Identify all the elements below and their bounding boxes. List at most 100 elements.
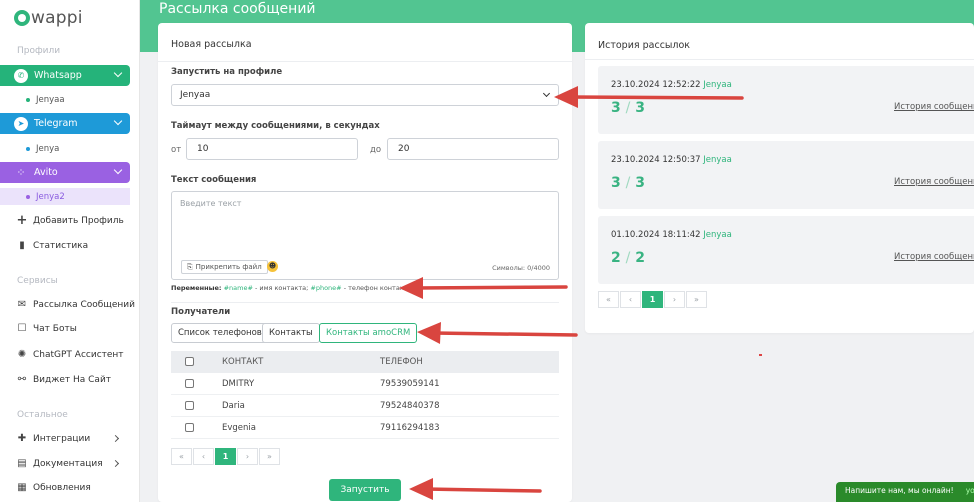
message-history-link[interactable]: История сообщений (894, 252, 974, 262)
contact-name: Daria (222, 401, 245, 411)
sidebar-item-add-profile[interactable]: + Добавить Профиль (16, 213, 124, 228)
tab-phone-list[interactable]: Список телефонов (171, 323, 269, 343)
last-page-button[interactable]: » (259, 448, 280, 465)
telegram-icon: ➤ (14, 116, 28, 131)
message-history-link[interactable]: История сообщений (894, 102, 974, 112)
sidebar-item-broadcast[interactable]: ✉ Рассылка Сообщений (16, 299, 135, 311)
history-item: 01.10.2024 18:11:42 Jenyaa 2 / 2 История… (598, 216, 974, 284)
page-title: Рассылка сообщений (159, 1, 316, 17)
profile-label: Jenya2 (36, 191, 65, 202)
sidebar-item-docs[interactable]: ▤ Документация (16, 458, 120, 470)
first-page-button[interactable]: « (598, 291, 619, 308)
variable-phone[interactable]: #phone# (310, 284, 341, 292)
run-button[interactable]: Запустить (329, 479, 401, 501)
contacts-table: КОНТАКТ ТЕЛЕФОН DMITRY 79539059141 Daria… (171, 351, 559, 439)
prev-page-button[interactable]: ‹ (620, 291, 641, 308)
sidebar-item-label: Обновления (33, 483, 91, 493)
broadcast-history-card: История рассылок 23.10.2024 12:52:22 Jen… (585, 23, 974, 333)
message-placeholder: Введите текст (180, 199, 242, 208)
contact-phone: 79539059141 (380, 379, 440, 389)
profile-select[interactable]: Jenyaa (171, 84, 559, 106)
profile-item-jenya2[interactable]: Jenya2 (0, 188, 130, 205)
openai-icon: ✺ (17, 349, 27, 360)
row-checkbox[interactable] (185, 379, 194, 388)
red-mark (759, 354, 762, 356)
new-broadcast-card: Новая рассылка Запустить на профиле Jeny… (158, 23, 572, 502)
sidebar-item-chatbots[interactable]: ☐ Чат Боты (16, 323, 77, 335)
tab-amocrm-contacts[interactable]: Контакты amoCRM (319, 323, 418, 343)
table-row[interactable]: Evgenia 79116294183 (171, 417, 559, 439)
emoji-icon[interactable]: ☻ (267, 261, 278, 272)
tab-contacts[interactable]: Контакты (262, 323, 320, 343)
plus-icon: + (16, 213, 28, 228)
table-row[interactable]: Daria 79524840378 (171, 395, 559, 417)
timeout-from-input[interactable]: 10 (186, 138, 358, 160)
to-label: до (370, 145, 382, 155)
sidebar-item-label: Whatsapp (34, 70, 82, 81)
last-page-button[interactable]: » (686, 291, 707, 308)
chat-widget[interactable]: Напишите нам, мы онлайн! yo (836, 482, 974, 502)
chat-widget-text: Напишите нам, мы онлайн! (845, 486, 954, 495)
history-count: 3 / 3 (611, 175, 645, 191)
sent-count: 3 (611, 175, 621, 191)
variables-hint: Переменные: #name# - имя контакта; #phon… (171, 284, 412, 292)
chevron-down-icon (113, 165, 123, 175)
page-button[interactable]: 1 (642, 291, 663, 308)
divider (158, 61, 572, 62)
next-page-button[interactable]: › (237, 448, 258, 465)
sidebar-item-widget[interactable]: ⚯ Виджет На Сайт (16, 374, 111, 386)
message-textarea[interactable]: Введите текст ⎘ Прикрепить файл ☻ Символ… (171, 191, 559, 280)
attach-file-button[interactable]: ⎘ Прикрепить файл (181, 260, 268, 274)
variable-phone-desc: - телефон контакта (343, 284, 412, 292)
profile-item-jenya[interactable]: Jenya (26, 144, 59, 154)
sent-count: 2 (611, 250, 621, 266)
sidebar-item-label: Виджет На Сайт (33, 375, 112, 385)
history-count: 2 / 2 (611, 250, 645, 266)
variable-name[interactable]: #name# (224, 284, 253, 292)
row-checkbox[interactable] (185, 401, 194, 410)
chevron-right-icon (111, 434, 120, 443)
status-dot (26, 98, 30, 102)
history-date: 23.10.2024 12:52:22 Jenyaa (611, 80, 732, 90)
contact-phone: 79116294183 (380, 423, 440, 433)
column-phone: ТЕЛЕФОН (380, 357, 423, 367)
row-checkbox[interactable] (185, 423, 194, 432)
sidebar-item-telegram[interactable]: ➤ Telegram (0, 113, 130, 134)
contact-phone: 79524840378 (380, 401, 440, 411)
total-count: 2 (635, 250, 645, 266)
table-row[interactable]: DMITRY 79539059141 (171, 373, 559, 395)
page-button[interactable]: 1 (215, 448, 236, 465)
logo[interactable]: wappi (14, 8, 83, 28)
prev-page-button[interactable]: ‹ (193, 448, 214, 465)
sidebar-item-integrations[interactable]: ✚ Интеграции (16, 433, 120, 445)
divider (585, 59, 974, 60)
sidebar-item-label: Рассылка Сообщений (33, 300, 135, 310)
chevron-down-icon (113, 68, 123, 78)
next-page-button[interactable]: › (664, 291, 685, 308)
select-all-checkbox[interactable] (185, 357, 194, 366)
section-title-services: Сервисы (17, 276, 58, 286)
history-date: 23.10.2024 12:50:37 Jenyaa (611, 155, 732, 165)
timeout-to-input[interactable]: 20 (387, 138, 559, 160)
sidebar-item-updates[interactable]: ▦ Обновления (16, 482, 91, 494)
section-title-other: Остальное (17, 410, 68, 420)
sidebar-item-label: Документация (33, 459, 103, 469)
history-profile: Jenyaa (703, 155, 732, 165)
chevron-down-icon (113, 116, 123, 126)
sidebar-item-label: Чат Боты (33, 324, 77, 334)
sidebar: wappi Профили ✆ Whatsapp Jenyaa ➤ Telegr… (0, 0, 140, 502)
message-history-link[interactable]: История сообщений (894, 177, 974, 187)
history-count: 3 / 3 (611, 100, 645, 116)
profile-label: Jenya (36, 144, 60, 154)
history-pagination: « ‹ 1 › » (598, 291, 708, 308)
sidebar-item-whatsapp[interactable]: ✆ Whatsapp (0, 65, 130, 86)
history-profile: Jenyaa (703, 230, 732, 240)
profile-item-jenyaa[interactable]: Jenyaa (26, 95, 65, 105)
first-page-button[interactable]: « (171, 448, 192, 465)
puzzle-icon: ✚ (17, 433, 27, 444)
history-item: 23.10.2024 12:50:37 Jenyaa 3 / 3 История… (598, 141, 974, 209)
sidebar-item-stats[interactable]: ▮ Статистика (16, 240, 88, 252)
history-date: 01.10.2024 18:11:42 Jenyaa (611, 230, 732, 240)
sidebar-item-avito[interactable]: ⁘ Avito (0, 162, 130, 183)
sidebar-item-chatgpt[interactable]: ✺ ChatGPT Ассистент (16, 349, 124, 361)
